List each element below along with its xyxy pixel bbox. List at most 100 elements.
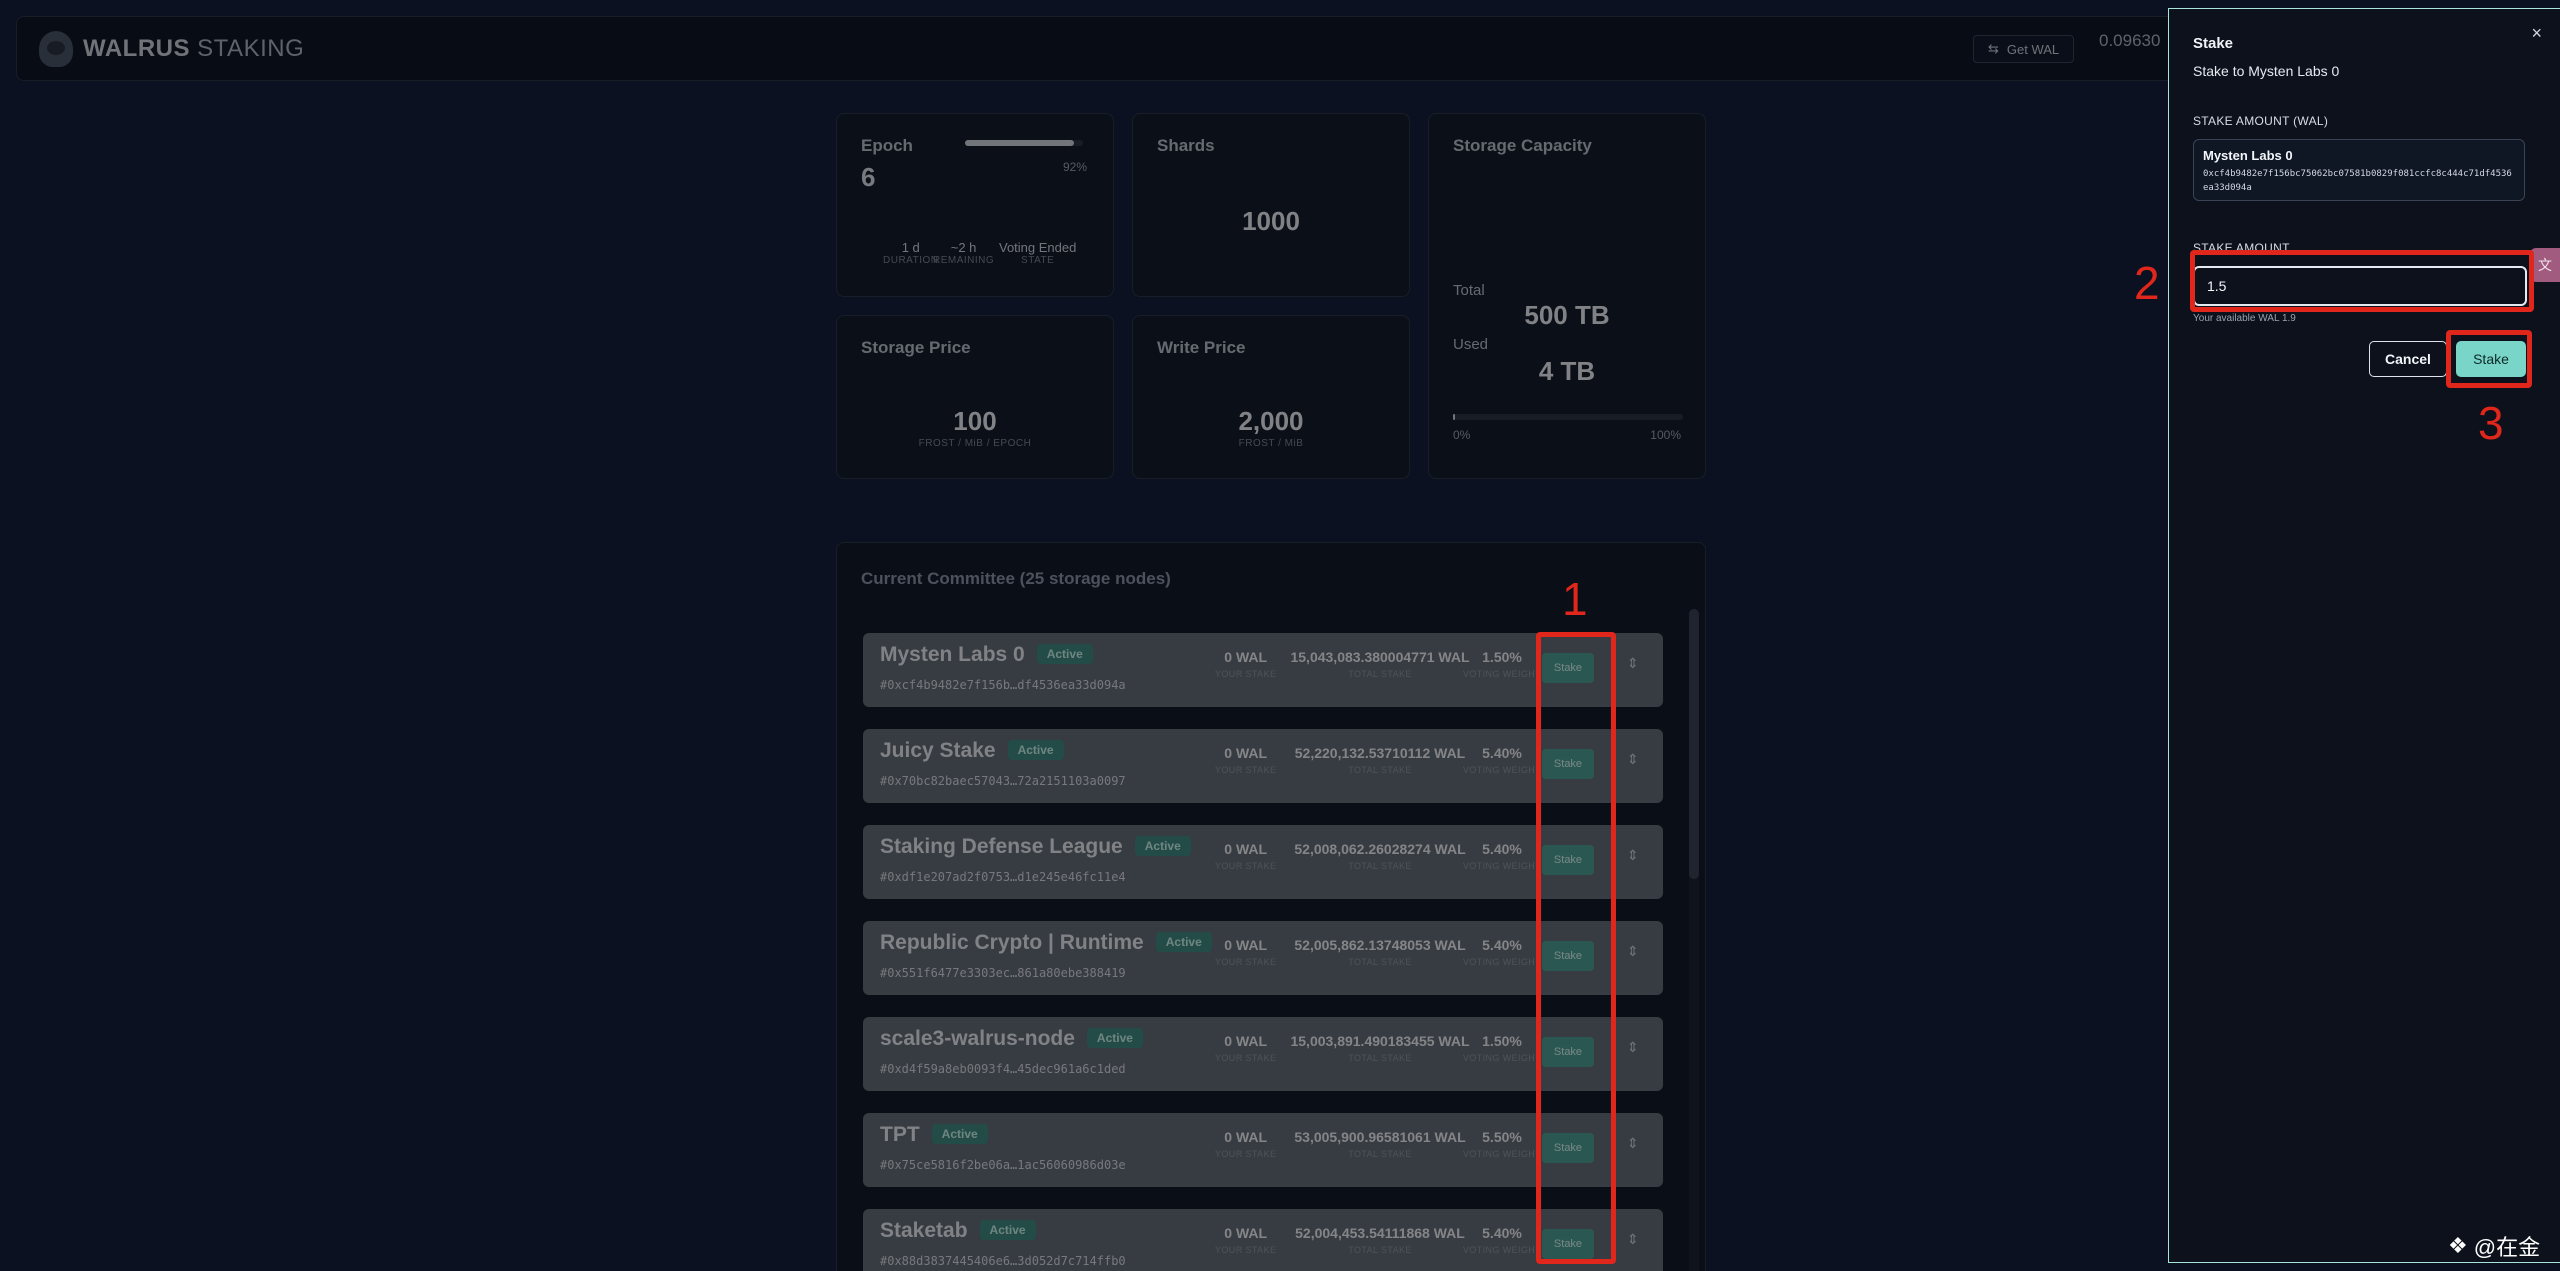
swap-icon: ⇆ — [1988, 41, 1999, 56]
write-price-card: Write Price 2,000 FROST / MiB — [1132, 315, 1410, 479]
walrus-logo-icon — [39, 31, 73, 67]
epoch-value: 6 — [861, 162, 876, 192]
voting-weight: 5.40% VOTING WEIGHT — [1462, 1225, 1542, 1255]
your-stake: 0 WAL YOUR STAKE — [1215, 841, 1277, 871]
node-address: #0xcf4b9482e7f156b…df4536ea33d094a — [880, 678, 1126, 692]
shards-value: 1000 — [1242, 206, 1300, 236]
storage-price-card: Storage Price 100 FROST / MiB / EPOCH — [836, 315, 1114, 479]
stake-drawer: × Stake Stake to Mysten Labs 0 STAKE AMO… — [2168, 8, 2560, 1263]
drawer-subtitle: Stake to Mysten Labs 0 — [2193, 63, 2340, 79]
epoch-card: Epoch 6 92% 1 d DURATION ~2 h REMAINING … — [836, 113, 1114, 297]
total-stake: 52,004,453.54111868 WAL TOTAL STAKE — [1295, 1225, 1465, 1255]
your-stake: 0 WAL YOUR STAKE — [1215, 745, 1277, 775]
capacity-max-label: 100% — [1650, 428, 1681, 442]
voting-weight: 1.50% VOTING WEIGHT — [1462, 649, 1542, 679]
your-stake: 0 WAL YOUR STAKE — [1215, 1129, 1277, 1159]
total-stake: 52,220,132.53710112 WAL TOTAL STAKE — [1294, 745, 1466, 775]
capacity-bar-fill — [1453, 414, 1456, 420]
epoch-progress-bar — [965, 140, 1083, 146]
write-price-title: Write Price — [1157, 338, 1246, 357]
sort-icon[interactable]: ⇕ — [1627, 943, 1639, 960]
translate-icon[interactable]: 文 — [2530, 248, 2560, 282]
sort-icon[interactable]: ⇕ — [1627, 1135, 1639, 1152]
selected-node-box: Mysten Labs 0 0xcf4b9482e7f156bc75062bc0… — [2193, 139, 2525, 201]
brand-logo[interactable]: WALRUS STAKING — [39, 31, 304, 67]
shards-title: Shards — [1157, 136, 1215, 155]
epoch-title: Epoch — [861, 136, 913, 155]
voting-weight: 5.40% VOTING WEIGHT — [1462, 937, 1542, 967]
annotation-box-1 — [1536, 632, 1616, 1264]
annotation-number-3: 3 — [2478, 397, 2504, 449]
status-badge: Active — [1134, 836, 1191, 856]
your-stake: 0 WAL YOUR STAKE — [1215, 649, 1277, 679]
node-address: #0x88d3837445406e6…3d052d7c714ffb0 — [880, 1254, 1126, 1268]
annotation-number-2: 2 — [2134, 257, 2160, 309]
node-address: #0x70bc82baec57043…72a2151103a0097 — [880, 774, 1126, 788]
voting-weight: 5.40% VOTING WEIGHT — [1462, 745, 1542, 775]
node-name: Mysten Labs 0 Active — [880, 643, 1093, 667]
storage-price-title: Storage Price — [861, 338, 971, 357]
epoch-progress-fill — [965, 140, 1074, 146]
node-name: Juicy Stake Active — [880, 739, 1064, 763]
drawer-title: Stake — [2193, 35, 2234, 52]
your-stake: 0 WAL YOUR STAKE — [1215, 1033, 1277, 1063]
epoch-state: Voting Ended STATE — [999, 240, 1077, 266]
voting-weight: 1.50% VOTING WEIGHT — [1462, 1033, 1542, 1063]
sort-icon[interactable]: ⇕ — [1627, 655, 1639, 672]
capacity-min-label: 0% — [1453, 428, 1471, 442]
status-badge: Active — [1007, 740, 1064, 760]
used-value: 4 TB — [1538, 356, 1596, 386]
epoch-progress-text: 92% — [1063, 160, 1088, 174]
stake-amount-section-label: STAKE AMOUNT (WAL) — [2193, 114, 2329, 128]
node-name: Republic Crypto | Runtime Active — [880, 931, 1212, 955]
annotation-box-2 — [2190, 250, 2534, 312]
close-icon[interactable]: × — [2531, 23, 2542, 44]
get-wal-label: Get WAL — [2006, 41, 2060, 57]
available-balance-text: Your available WAL 1.9 — [2193, 313, 2296, 324]
status-badge: Active — [979, 1220, 1036, 1240]
epoch-remaining: ~2 h REMAINING — [933, 240, 995, 266]
total-stake: 52,008,062.26028274 WAL TOTAL STAKE — [1294, 841, 1466, 871]
committee-scrollbar-thumb[interactable] — [1689, 609, 1699, 879]
voting-weight: 5.50% VOTING WEIGHT — [1462, 1129, 1542, 1159]
watermark: ❖ @在金 — [2448, 1233, 2541, 1260]
voting-weight: 5.40% VOTING WEIGHT — [1462, 841, 1542, 871]
epoch-duration: 1 d DURATION — [883, 240, 939, 266]
selected-node-name: Mysten Labs 0 — [2203, 148, 2293, 163]
your-stake: 0 WAL YOUR STAKE — [1215, 1225, 1277, 1255]
selected-node-address: 0xcf4b9482e7f156bc75062bc07581b0829f081c… — [2203, 169, 2512, 193]
committee-title: Current Committee (25 storage nodes) — [861, 569, 1171, 588]
total-stake: 52,005,862.13748053 WAL TOTAL STAKE — [1294, 937, 1466, 967]
sort-icon[interactable]: ⇕ — [1627, 751, 1639, 768]
status-badge: Active — [1086, 1028, 1143, 1048]
brand-suffix: STAKING — [190, 35, 305, 62]
write-price-value: 2,000 — [1238, 406, 1304, 436]
status-badge: Active — [1036, 644, 1093, 664]
used-label: Used — [1453, 336, 1489, 353]
write-price-unit: FROST / MiB — [1238, 438, 1304, 449]
capacity-bar — [1453, 414, 1683, 420]
annotation-box-3 — [2446, 330, 2532, 388]
diamond-icon: ❖ — [2448, 1233, 2468, 1258]
cancel-button[interactable]: Cancel — [2369, 341, 2447, 377]
sort-icon[interactable]: ⇕ — [1627, 847, 1639, 864]
total-stake: 53,005,900.96581061 WAL TOTAL STAKE — [1294, 1129, 1466, 1159]
node-address: #0x551f6477e3303ec…861a80ebe388419 — [880, 966, 1126, 980]
node-address: #0xdf1e207ad2f0753…d1e245e46fc11e4 — [880, 870, 1126, 884]
total-value: 500 TB — [1524, 300, 1610, 330]
status-badge: Active — [1155, 932, 1212, 952]
sort-icon[interactable]: ⇕ — [1627, 1231, 1639, 1248]
your-stake: 0 WAL YOUR STAKE — [1215, 937, 1277, 967]
node-name: TPT Active — [880, 1123, 988, 1147]
brand-name: WALRUS — [83, 35, 190, 62]
sort-icon[interactable]: ⇕ — [1627, 1039, 1639, 1056]
total-stake: 15,043,083.380004771 WAL TOTAL STAKE — [1290, 649, 1470, 679]
annotation-number-1: 1 — [1562, 573, 1588, 625]
storage-price-unit: FROST / MiB / EPOCH — [918, 438, 1032, 449]
total-label: Total — [1453, 282, 1485, 299]
wallet-balance[interactable]: 0.09630 — [2099, 31, 2160, 51]
get-wal-button[interactable]: ⇆ Get WAL — [1973, 35, 2075, 63]
node-name: Staketab Active — [880, 1219, 1036, 1243]
node-address: #0x75ce5816f2be06a…1ac56060986d03e — [880, 1158, 1126, 1172]
node-name: Staking Defense League Active — [880, 835, 1191, 859]
